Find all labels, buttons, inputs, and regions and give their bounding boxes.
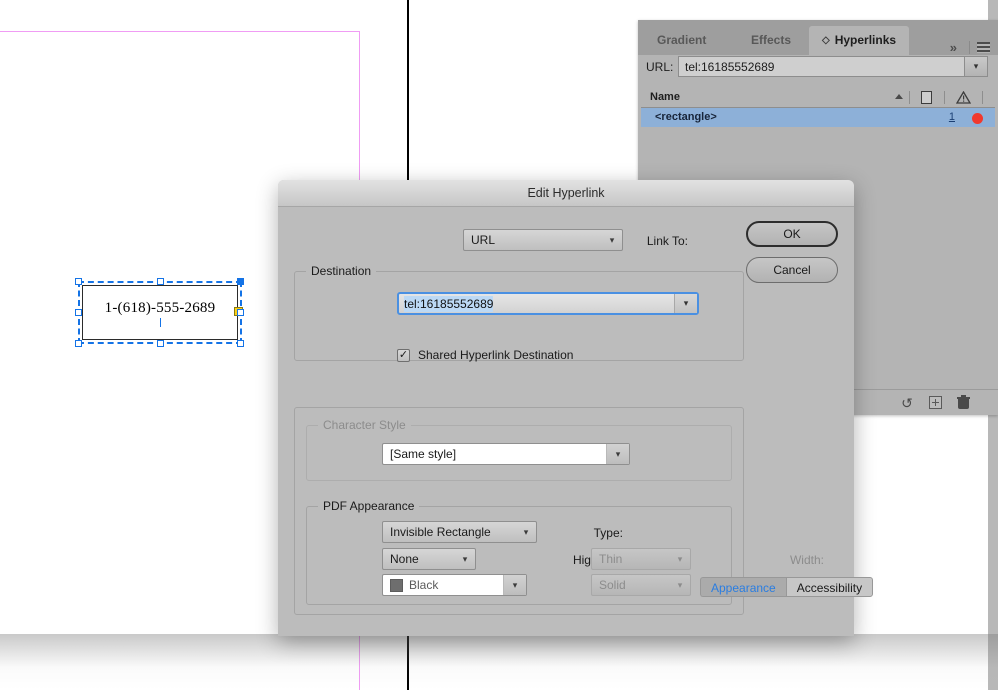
character-style-legend: Character Style bbox=[318, 418, 411, 432]
destination-url-combobox[interactable]: tel:16185552689 ▾ bbox=[397, 292, 699, 315]
type-label: Type: bbox=[593, 526, 623, 540]
chevron-down-icon: ▾ bbox=[462, 553, 468, 564]
page-icon[interactable] bbox=[914, 90, 938, 105]
new-hyperlink-icon[interactable] bbox=[926, 394, 944, 411]
color-value-wrap: Black bbox=[383, 578, 503, 592]
table-row[interactable]: <rectangle> 1 bbox=[641, 108, 995, 127]
pdf-appearance-legend: PDF Appearance bbox=[318, 499, 420, 513]
panel-url-row: URL: tel:16185552689 ▾ bbox=[638, 55, 998, 82]
destination-legend: Destination bbox=[306, 264, 377, 278]
check-icon: ✓ bbox=[398, 348, 409, 361]
ok-button-label: OK bbox=[783, 227, 801, 241]
destination-url-value-wrap[interactable]: tel:16185552689 bbox=[399, 295, 674, 312]
color-swatch-icon bbox=[390, 578, 403, 592]
tab-appearance[interactable]: Appearance bbox=[700, 577, 786, 597]
type-select[interactable]: Invisible Rectangle ▾ bbox=[382, 521, 537, 543]
character-style-value: [Same style] bbox=[390, 447, 457, 461]
tab-gradient[interactable]: Gradient bbox=[644, 26, 719, 55]
tab-accessibility[interactable]: Accessibility bbox=[785, 577, 874, 597]
column-header-name[interactable]: Name bbox=[650, 91, 680, 103]
alert-icon[interactable] bbox=[951, 90, 975, 105]
ok-button[interactable]: OK bbox=[746, 221, 838, 247]
cancel-button-label: Cancel bbox=[773, 263, 811, 277]
shared-hyperlink-destination-row[interactable]: ✓ Shared Hyperlink Destination bbox=[397, 348, 573, 362]
hyperlink-page-link[interactable]: 1 bbox=[949, 111, 955, 123]
hyperlink-name: <rectangle> bbox=[655, 111, 717, 123]
link-to-select[interactable]: URL ▾ bbox=[463, 229, 623, 251]
selection-outline bbox=[78, 281, 242, 344]
dialog-title: Edit Hyperlink bbox=[527, 186, 605, 200]
chevron-down-icon: ▾ bbox=[523, 526, 529, 537]
chevron-down-icon[interactable]: ▾ bbox=[964, 57, 987, 76]
divider bbox=[944, 91, 945, 104]
dialog-drop-shadow bbox=[0, 634, 998, 690]
margin-guide-horizontal bbox=[0, 31, 360, 32]
width-label: Width: bbox=[789, 553, 824, 567]
highlight-select[interactable]: None ▾ bbox=[382, 548, 476, 570]
tab-hyperlinks[interactable]: ◇ Hyperlinks bbox=[809, 26, 910, 55]
color-value: Black bbox=[409, 578, 439, 592]
cancel-button[interactable]: Cancel bbox=[746, 257, 838, 283]
hyperlinks-list-header: Name bbox=[641, 88, 995, 108]
chevron-down-icon[interactable]: ▾ bbox=[503, 575, 526, 595]
panel-url-value[interactable]: tel:16185552689 bbox=[679, 60, 964, 74]
character-style-select[interactable]: [Same style] ▾ bbox=[382, 443, 630, 465]
handle-top-center[interactable] bbox=[157, 278, 164, 285]
tab-effects[interactable]: Effects bbox=[738, 26, 804, 55]
shared-hyperlink-checkbox[interactable]: ✓ bbox=[397, 348, 410, 362]
divider bbox=[982, 91, 983, 104]
handle-top-left[interactable] bbox=[75, 278, 82, 285]
chevron-down-icon: ▾ bbox=[677, 553, 683, 564]
border-style-value: Solid bbox=[599, 578, 626, 592]
selected-text-frame[interactable]: 1-(618)-555-2689 bbox=[75, 278, 244, 347]
shared-hyperlink-label: Shared Hyperlink Destination bbox=[418, 348, 574, 362]
edit-hyperlink-dialog[interactable]: Edit Hyperlink Link To: URL ▾ OK Cancel … bbox=[278, 180, 874, 636]
border-style-select[interactable]: Solid ▾ bbox=[591, 574, 691, 596]
handle-bottom-right[interactable] bbox=[237, 340, 244, 347]
refresh-icon[interactable]: ↺ bbox=[898, 394, 916, 411]
handle-bottom-center[interactable] bbox=[157, 340, 164, 347]
panel-tab-bar: Gradient Effects ◇ Hyperlinks » bbox=[638, 26, 998, 55]
width-value: Thin bbox=[599, 552, 623, 566]
link-to-value: URL bbox=[471, 233, 496, 247]
handle-bottom-left[interactable] bbox=[75, 340, 82, 347]
dialog-title-bar[interactable]: Edit Hyperlink bbox=[278, 180, 854, 207]
handle-middle-right[interactable] bbox=[237, 309, 244, 316]
dialog-tab-bar: Appearance Accessibility bbox=[700, 577, 874, 597]
hyperlinks-diamond-icon: ◇ bbox=[822, 35, 830, 46]
width-select[interactable]: Thin ▾ bbox=[591, 548, 691, 570]
type-value: Invisible Rectangle bbox=[390, 525, 491, 539]
color-select[interactable]: Black ▾ bbox=[382, 574, 527, 596]
divider bbox=[969, 41, 970, 55]
sort-ascending-icon[interactable] bbox=[895, 94, 903, 99]
handle-top-right[interactable] bbox=[237, 278, 244, 285]
handle-middle-left[interactable] bbox=[75, 309, 82, 316]
highlight-value: None bbox=[390, 552, 419, 566]
destination-url-value: tel:16185552689 bbox=[404, 295, 494, 312]
chevron-down-icon[interactable]: ▾ bbox=[606, 444, 629, 464]
tab-hyperlinks-label: Hyperlinks bbox=[834, 33, 897, 47]
panel-url-combobox[interactable]: tel:16185552689 ▾ bbox=[678, 56, 988, 77]
panel-menu-icon[interactable] bbox=[977, 42, 990, 54]
status-badge bbox=[972, 113, 983, 124]
chevron-down-icon: ▾ bbox=[609, 234, 615, 245]
chevron-down-icon[interactable]: ▾ bbox=[674, 294, 697, 313]
delete-hyperlink-icon[interactable] bbox=[954, 394, 972, 411]
panel-url-label: URL: bbox=[646, 60, 674, 74]
chevron-down-icon: ▾ bbox=[677, 579, 683, 590]
divider bbox=[909, 91, 910, 104]
